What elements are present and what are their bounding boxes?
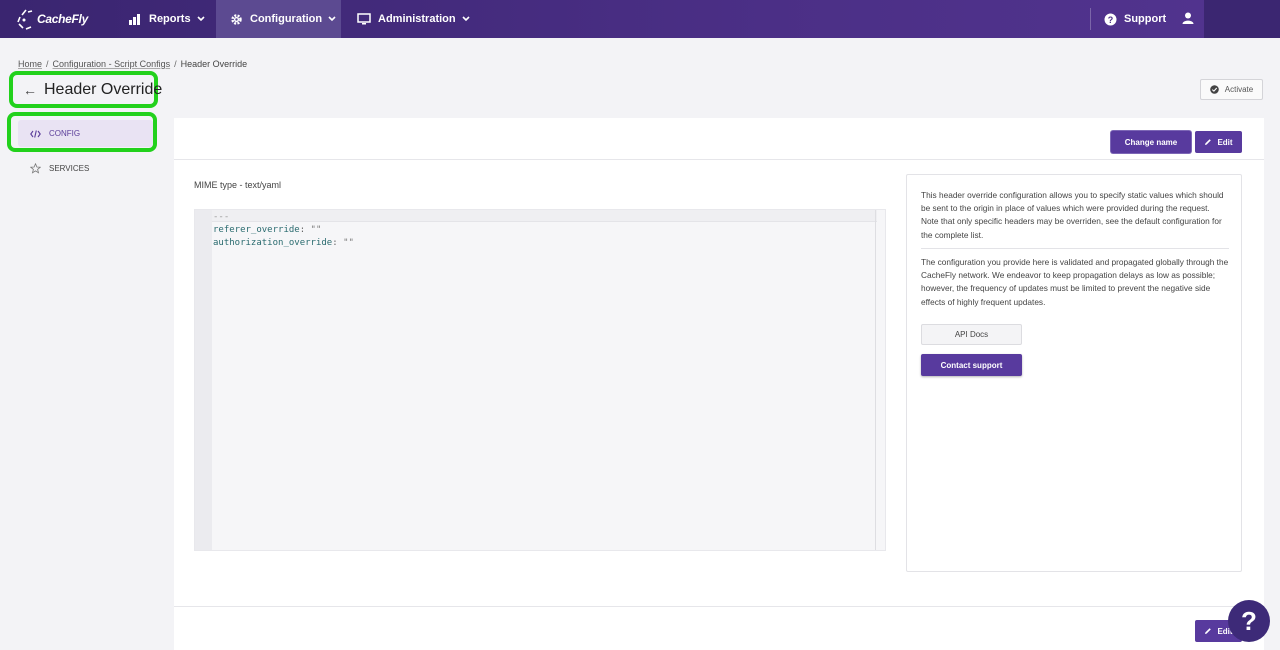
editor-gutter <box>195 210 212 550</box>
brand-logo[interactable]: CacheFly <box>16 7 88 31</box>
contact-support-label: Contact support <box>940 360 1003 370</box>
top-navbar: CacheFly Reports Configuration Administr… <box>0 0 1280 38</box>
bar-chart-icon <box>128 12 142 26</box>
card-divider <box>174 606 1264 607</box>
user-icon <box>1182 12 1194 27</box>
breadcrumb-current: Header Override <box>180 59 248 69</box>
pencil-icon <box>1204 627 1212 635</box>
yaml-code-editor[interactable]: --- referer_override: "" authorization_ove… <box>194 209 886 551</box>
nav-support[interactable]: ? Support <box>1103 0 1166 38</box>
breadcrumb: Home / Configuration - Script Configs / … <box>18 59 248 69</box>
brand-name: CacheFly <box>37 12 88 26</box>
editor-scrollbar[interactable] <box>875 210 876 550</box>
contact-support-button[interactable]: Contact support <box>921 354 1022 376</box>
nav-support-label: Support <box>1124 13 1167 25</box>
activate-label: Activate <box>1224 85 1254 94</box>
code-line: referer_override: "" <box>213 225 322 235</box>
check-circle-icon <box>1209 85 1219 94</box>
activate-button[interactable]: Activate <box>1200 79 1263 100</box>
nav-configuration[interactable]: Configuration <box>216 0 341 38</box>
page-title-highlight: ← Header Override <box>9 71 162 108</box>
cachefly-logo-icon <box>17 9 33 30</box>
pencil-icon <box>1204 138 1212 146</box>
change-name-label: Change name <box>1124 137 1178 147</box>
code-content: --- referer_override: "" authorization_ove… <box>213 211 354 250</box>
code-line: authorization_override: "" <box>213 238 354 248</box>
info-panel: This header override configuration allow… <box>906 174 1242 572</box>
nav-reports-label: Reports <box>149 13 191 25</box>
breadcrumb-home[interactable]: Home <box>18 59 42 69</box>
sidebar-item-label: SERVICES <box>49 163 90 173</box>
chevron-down-icon <box>462 16 470 22</box>
nav-configuration-label: Configuration <box>250 13 323 25</box>
help-chat-button[interactable]: ? <box>1228 600 1270 642</box>
code-icon <box>30 129 42 138</box>
card-divider <box>174 159 1264 160</box>
nav-administration[interactable]: Administration <box>357 0 470 38</box>
info-paragraph: The configuration you provide here is va… <box>921 257 1229 307</box>
help-icon: ? <box>1241 605 1257 636</box>
breadcrumb-script-configs[interactable]: Configuration - Script Configs <box>53 59 171 69</box>
page-title: Header Override <box>44 80 163 98</box>
sidebar-item-services[interactable]: SERVICES <box>30 160 89 176</box>
sidebar-item-label: CONFIG <box>49 129 81 138</box>
api-docs-label: API Docs <box>954 330 989 339</box>
info-divider <box>921 248 1229 249</box>
chevron-down-icon <box>196 16 205 22</box>
question-circle-icon: ? <box>1103 12 1117 26</box>
api-docs-button[interactable]: API Docs <box>921 324 1022 345</box>
edit-label: Edit <box>1217 137 1233 147</box>
nav-divider <box>1090 8 1091 30</box>
user-menu[interactable] <box>1172 0 1204 38</box>
nav-administration-label: Administration <box>378 13 456 25</box>
nav-reports[interactable]: Reports <box>128 0 205 38</box>
gear-icon <box>229 12 243 26</box>
user-name-area <box>1204 0 1280 38</box>
code-line: --- <box>213 212 230 222</box>
mime-type-label: MIME type - text/yaml <box>194 180 282 190</box>
edit-button[interactable]: Edit <box>1195 131 1242 153</box>
back-arrow-icon[interactable]: ← <box>23 82 37 98</box>
config-card: Change name Edit MIME type - text/yaml -… <box>174 118 1264 650</box>
sidebar-item-config[interactable]: CONFIG <box>18 120 153 147</box>
change-name-button[interactable]: Change name <box>1111 131 1191 153</box>
monitor-icon <box>357 12 371 26</box>
chevron-down-icon <box>328 16 336 22</box>
star-icon <box>30 162 42 174</box>
svg-text:?: ? <box>1107 15 1113 25</box>
info-paragraph: This header override configuration allow… <box>921 190 1224 240</box>
